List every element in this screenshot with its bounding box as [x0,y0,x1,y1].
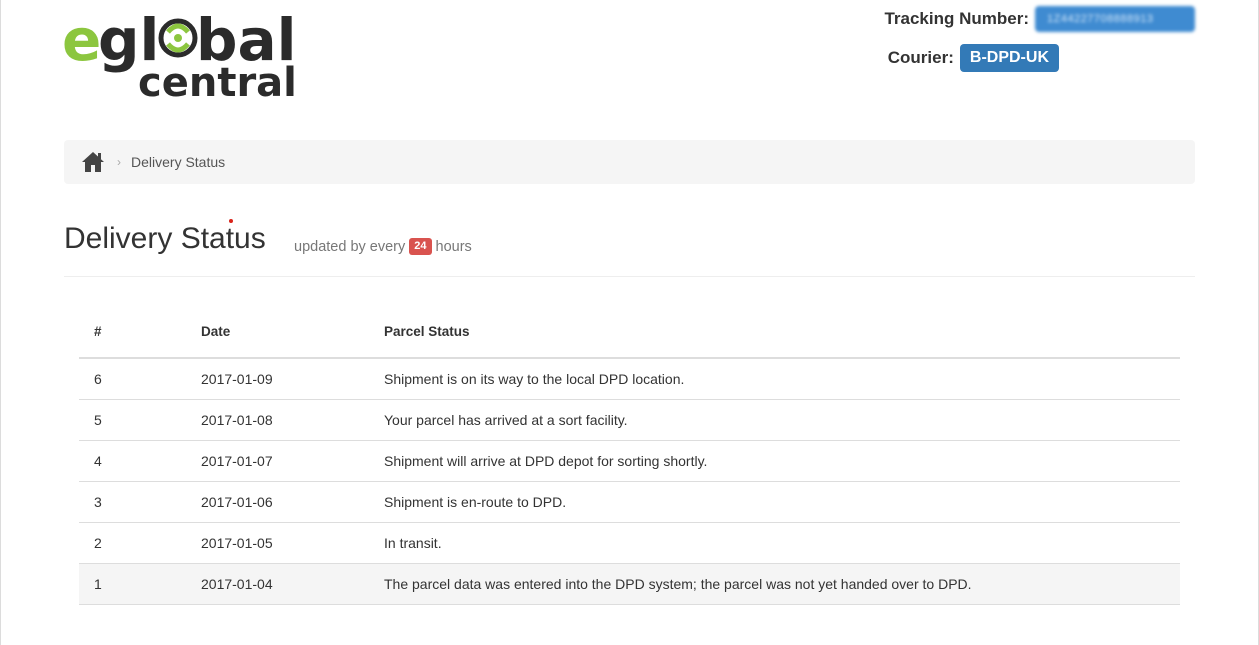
breadcrumb-separator: › [117,155,121,169]
table-row: 6 2017-01-09 Shipment is on its way to t… [79,358,1180,400]
row-date: 2017-01-05 [186,522,369,564]
logo-e: e [62,6,101,74]
row-number: 3 [79,481,186,523]
row-status: In transit. [369,522,1180,564]
row-status: Shipment is en-route to DPD. [369,481,1180,523]
breadcrumb-current: Delivery Status [131,154,226,170]
row-status: Shipment will arrive at DPD depot for so… [369,440,1180,482]
column-header-number: # [79,306,186,359]
column-header-date: Date [186,306,369,359]
eglobal-central-logo[interactable]: e gl bal central [62,0,294,102]
subtitle-prefix: updated by every [294,238,406,255]
delivery-status-table: # Date Parcel Status 6 2017-01-09 Shipme… [79,306,1180,605]
table-row: 1 2017-01-04 The parcel data was entered… [79,563,1180,605]
courier-row: Courier: B-DPD-UK [888,44,1059,72]
logo-graphic: e gl bal central [62,6,294,102]
row-date: 2017-01-07 [186,440,369,482]
column-header-parcel-status: Parcel Status [369,306,1180,359]
courier-badge: B-DPD-UK [959,44,1059,72]
tracking-number-row: Tracking Number: 1Z44227708888913 [884,6,1195,32]
row-status: The parcel data was entered into the DPD… [369,563,1180,605]
tracking-info: Tracking Number: 1Z44227708888913 Courie… [865,4,1195,84]
row-date: 2017-01-08 [186,399,369,441]
row-number: 6 [79,358,186,400]
tracking-number-label: Tracking Number: [884,9,1029,28]
update-frequency: updated by every 24 hours [294,238,472,255]
home-icon[interactable] [81,151,105,173]
row-status: Your parcel has arrived at a sort facili… [369,399,1180,441]
row-number: 4 [79,440,186,482]
red-dot-marker [229,219,233,223]
row-number: 2 [79,522,186,564]
tracking-number-value[interactable]: 1Z44227708888913 [1035,6,1195,32]
logo-swirl-icon [158,18,198,58]
table-row: 4 2017-01-07 Shipment will arrive at DPD… [79,440,1180,482]
row-number: 1 [79,563,186,605]
table-row: 3 2017-01-06 Shipment is en-route to DPD… [79,481,1180,523]
breadcrumb: › Delivery Status [64,140,1195,184]
row-date: 2017-01-04 [186,563,369,605]
table-row: 2 2017-01-05 In transit. [79,522,1180,564]
heading-divider [64,276,1195,277]
subtitle-suffix: hours [435,238,472,255]
table-row: 5 2017-01-08 Your parcel has arrived at … [79,399,1180,441]
row-status: Shipment is on its way to the local DPD … [369,358,1180,400]
table-header-row: # Date Parcel Status [79,306,1180,359]
row-date: 2017-01-06 [186,481,369,523]
row-number: 5 [79,399,186,441]
courier-label: Courier: [887,48,954,67]
logo-central: central [138,60,294,102]
hours-badge: 24 [409,238,432,255]
page-title: Delivery Status [64,222,266,255]
row-date: 2017-01-09 [186,358,369,400]
